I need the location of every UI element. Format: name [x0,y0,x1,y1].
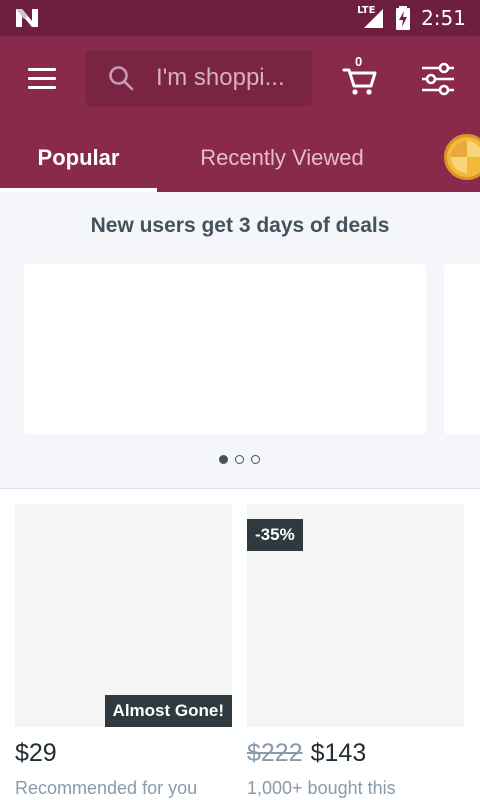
deals-section: New users get 3 days of deals [0,192,480,488]
tab-bar: Popular Recently Viewed [0,124,480,192]
carousel-dot-active [219,455,228,464]
deal-card-next[interactable] [444,264,480,434]
menu-icon[interactable] [20,58,64,98]
status-time: 2:51 [421,6,466,30]
carousel-indicator [219,455,260,464]
tab-popular[interactable]: Popular [0,124,157,192]
product-price: $29 [15,739,57,767]
search-bar[interactable]: I'm shoppi... [86,50,312,106]
product-subtitle: 1,000+ bought this [247,778,396,798]
coin-icon[interactable] [444,134,480,180]
deals-title: New users get 3 days of deals [90,214,390,237]
n-logo-icon [16,9,38,27]
lte-signal-icon: LTE [357,5,385,29]
product-subtitle: Recommended for you [15,778,198,798]
search-icon [109,66,134,91]
search-input[interactable]: I'm shoppi... [156,64,285,92]
discount-badge: -35% [247,519,303,551]
deal-card[interactable] [24,264,426,434]
section-divider [0,488,480,489]
original-price: $222 [247,739,303,767]
cart-count-badge: 0 [355,54,363,69]
carousel-dot [251,455,260,464]
product-image[interactable]: -35% [247,504,464,727]
filter-button[interactable] [420,62,456,96]
carousel-dot [235,455,244,464]
product-price: $143 [310,739,367,767]
battery-charging-icon [396,6,411,30]
price-row: $222 $143 [247,739,464,768]
tab-recently-viewed[interactable]: Recently Viewed [170,124,394,192]
price-row: $29 [15,739,232,768]
app-bar: I'm shoppi... 0 Popular Recently Viewed [0,36,480,192]
cart-button[interactable]: 0 [340,54,380,98]
product-card[interactable]: Almost Gone! $29 Recommended for you [15,504,232,799]
filter-icon [422,62,454,96]
almost-gone-badge: Almost Gone! [104,695,232,727]
product-image[interactable]: Almost Gone! [15,504,232,727]
product-card[interactable]: -35% $222 $143 1,000+ bought this [247,504,464,799]
status-bar: LTE 2:51 [0,0,480,36]
